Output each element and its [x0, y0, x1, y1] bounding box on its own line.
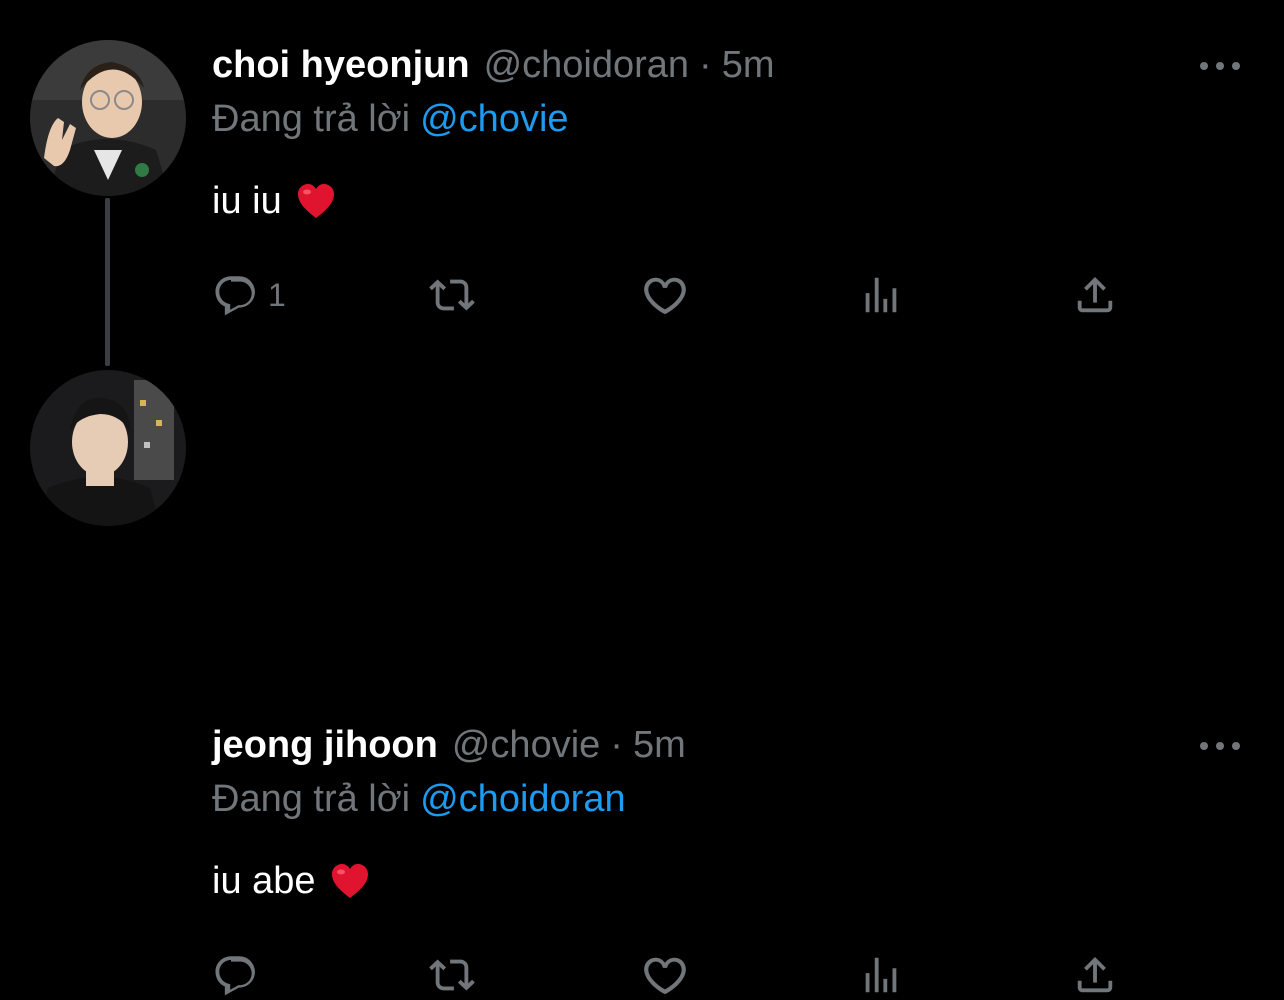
- display-name[interactable]: choi hyeonjun: [212, 44, 470, 87]
- display-name[interactable]: jeong jihoon: [212, 724, 438, 767]
- timestamp[interactable]: 5m: [633, 724, 686, 767]
- tweet[interactable]: choi hyeonjun @choidoran · 5m Đang trả l…: [0, 0, 1284, 366]
- more-icon[interactable]: [1200, 56, 1240, 76]
- separator: ·: [699, 44, 712, 86]
- views-icon: [865, 957, 897, 993]
- tweet-body: iu abe: [212, 860, 316, 902]
- views-button[interactable]: [858, 950, 904, 1000]
- reply-prefix: Đang trả lời: [212, 778, 411, 820]
- tweet-text: iu iu: [212, 180, 336, 223]
- share-button[interactable]: [1072, 950, 1118, 1000]
- like-button[interactable]: [640, 950, 690, 1000]
- tweet-text: iu abe: [212, 860, 370, 903]
- share-button[interactable]: [1072, 270, 1118, 320]
- retweet-icon: [429, 959, 475, 991]
- tweet-header: choi hyeonjun @choidoran · 5m: [212, 44, 775, 92]
- reply-icon: [215, 276, 255, 316]
- retweet-button[interactable]: [424, 270, 480, 320]
- mention-link[interactable]: @choidoran: [420, 778, 625, 820]
- reply-prefix: Đang trả lời: [212, 98, 411, 140]
- avatar[interactable]: [30, 370, 186, 526]
- mention-link[interactable]: @chovie: [420, 98, 568, 140]
- action-bar: 1: [0, 270, 1284, 320]
- like-icon: [644, 277, 686, 315]
- tweet-header: jeong jihoon @chovie · 5m: [212, 724, 686, 772]
- tweet[interactable]: jeong jihoon @chovie · 5m Đang trả lời @c…: [0, 350, 1284, 996]
- more-icon[interactable]: [1200, 736, 1240, 756]
- separator: ·: [610, 724, 623, 766]
- reply-button[interactable]: 1: [212, 270, 286, 320]
- replying-to: Đang trả lời @choidoran: [212, 778, 626, 821]
- retweet-icon: [429, 279, 475, 311]
- reply-count: 1: [268, 276, 286, 313]
- action-bar: [0, 950, 1284, 1000]
- like-icon: [644, 957, 686, 995]
- tweet-body: iu iu: [212, 180, 282, 222]
- handle[interactable]: @choidoran: [484, 44, 689, 87]
- handle[interactable]: @chovie: [452, 724, 600, 767]
- views-icon: [865, 277, 897, 313]
- reply-icon: [215, 956, 255, 996]
- red-heart-emoji-icon: [330, 862, 370, 902]
- red-heart-emoji-icon: [296, 182, 336, 222]
- views-button[interactable]: [858, 270, 904, 320]
- replying-to: Đang trả lời @chovie: [212, 98, 569, 141]
- like-button[interactable]: [640, 270, 690, 320]
- share-icon: [1077, 956, 1113, 993]
- share-icon: [1077, 276, 1113, 313]
- timestamp[interactable]: 5m: [722, 44, 775, 87]
- avatar[interactable]: [30, 40, 186, 196]
- reply-button[interactable]: [212, 950, 268, 1000]
- retweet-button[interactable]: [424, 950, 480, 1000]
